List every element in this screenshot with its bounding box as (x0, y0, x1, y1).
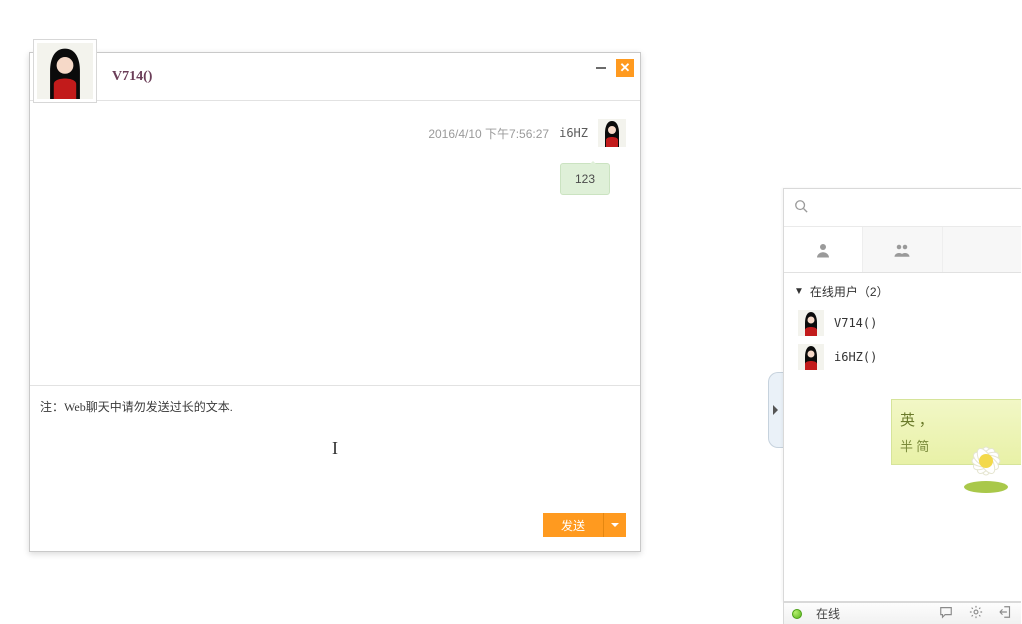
chat-log: 2016/4/10 下午7:56:27 i6HZ 123 (30, 101, 640, 385)
send-button[interactable]: 发送 (543, 513, 604, 537)
search-input[interactable] (816, 200, 1011, 216)
user-avatar (798, 310, 824, 336)
tab-groups[interactable] (863, 227, 942, 272)
chat-contact-title: V714() (112, 69, 152, 85)
chat-header: V714() ✕ (30, 53, 640, 101)
status-bar: 在线 (783, 602, 1021, 624)
user-item[interactable]: i6HZ() (784, 340, 1021, 374)
status-icons (939, 605, 1013, 622)
message-row: 2016/4/10 下午7:56:27 i6HZ 123 (44, 119, 626, 195)
close-button[interactable]: ✕ (616, 59, 634, 77)
tab-other[interactable] (943, 227, 1021, 272)
message-sender: i6HZ (559, 126, 588, 140)
collapse-icon: ▼ (794, 286, 804, 297)
status-label: 在线 (816, 605, 840, 622)
message-meta: 2016/4/10 下午7:56:27 i6HZ (428, 119, 626, 147)
ime-line1: 英 ， (900, 409, 940, 430)
chat-input-area[interactable]: 注：Web聊天中请勿发送过长的文本. I 发送 (30, 385, 640, 551)
group-header-online[interactable]: ▼ 在线用户（2） (784, 273, 1021, 306)
user-item[interactable]: V714() (784, 306, 1021, 340)
window-controls: ✕ (594, 59, 634, 77)
input-hint: 注：Web聊天中请勿发送过长的文本. (40, 398, 233, 415)
drawer-toggle[interactable] (768, 372, 783, 448)
message-bubble: 123 (560, 163, 610, 195)
text-caret-icon: I (332, 438, 338, 459)
tab-row (784, 227, 1021, 273)
send-button-group: 发送 (543, 513, 626, 537)
ime-text: 英 ， 半 简 (892, 409, 940, 455)
chat-avatar[interactable] (33, 39, 97, 103)
tab-contacts[interactable] (784, 227, 863, 272)
user-name: V714() (834, 316, 877, 330)
search-row (784, 189, 1021, 227)
contact-panel: ▼ 在线用户（2） V714() i6HZ() 英 ， 半 简 (783, 188, 1021, 602)
user-name: i6HZ() (834, 350, 877, 364)
logout-icon[interactable] (999, 605, 1013, 622)
chat-bubble-icon[interactable] (939, 605, 953, 622)
chat-window: V714() ✕ 2016/4/10 下午7:56:27 i6HZ 123 (29, 52, 641, 552)
search-icon (794, 199, 808, 216)
ime-line2: 半 简 (900, 436, 940, 455)
ime-card[interactable]: 英 ， 半 简 (891, 399, 1021, 465)
message-avatar (598, 119, 626, 147)
message-timestamp: 2016/4/10 下午7:56:27 (428, 125, 549, 142)
settings-gear-icon[interactable] (969, 605, 983, 622)
send-options-button[interactable] (604, 513, 626, 537)
user-avatar (798, 344, 824, 370)
minimize-button[interactable] (594, 61, 608, 75)
status-indicator-icon[interactable] (792, 609, 802, 619)
group-header-label: 在线用户（2） (810, 283, 889, 300)
